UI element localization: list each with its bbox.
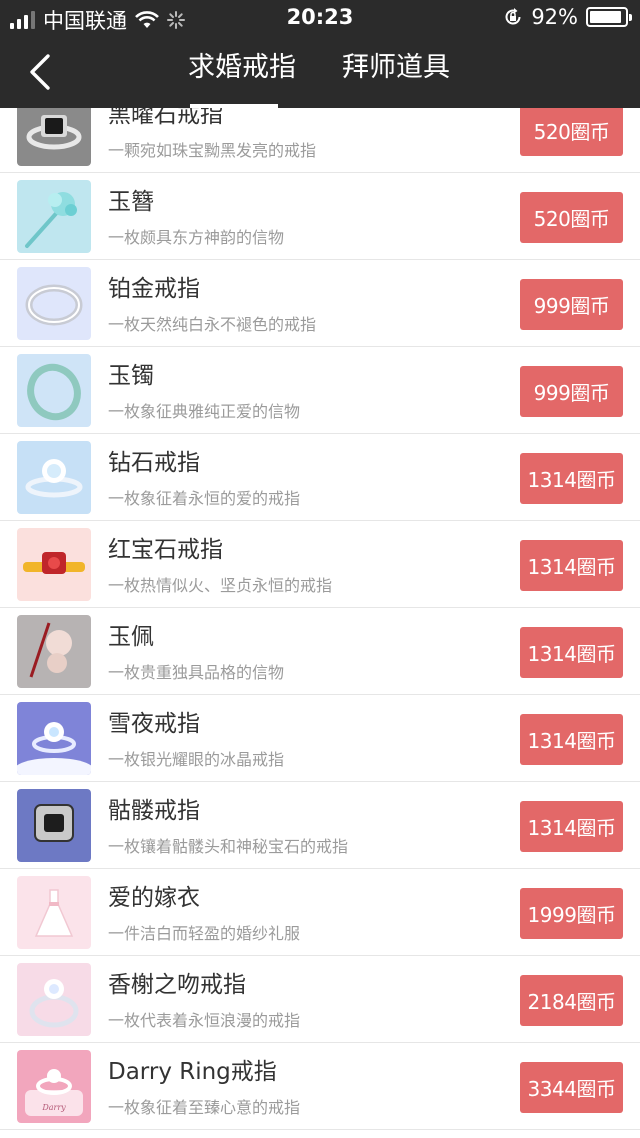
item-description: 一枚象征着永恒的爱的戒指 — [108, 489, 301, 508]
item-name: 红宝石戒指 — [108, 537, 223, 563]
back-button[interactable] — [18, 50, 62, 94]
item-description: 一枚颇具东方神韵的信物 — [108, 228, 285, 247]
list-item[interactable]: 骷髅戒指一枚镶着骷髅头和神秘宝石的戒指 1314圈币 — [0, 782, 640, 869]
list-item[interactable]: Darry Darry Ring戒指一枚象征着至臻心意的戒指 3344圈币 — [0, 1043, 640, 1130]
item-description: 一枚贵重独具品格的信物 — [108, 663, 285, 682]
jade-pendant-icon — [17, 615, 91, 688]
buy-price-button[interactable]: 520圈币 — [520, 192, 623, 243]
battery-icon — [586, 7, 632, 27]
buy-price-button[interactable]: 3344圈币 — [520, 1062, 623, 1113]
tab-proposal-rings[interactable]: 求婚戒指 — [188, 50, 296, 86]
brand-logo-text: Darry — [41, 1103, 66, 1112]
ruby-ring-icon — [17, 528, 91, 601]
tab-bar: 求婚戒指 拜师道具 — [0, 36, 640, 108]
list-item[interactable]: 玉佩一枚贵重独具品格的信物 1314圈币 — [0, 608, 640, 695]
item-description: 一枚天然纯白永不褪色的戒指 — [108, 315, 317, 334]
snow-night-ring-icon — [17, 702, 91, 775]
list-item[interactable]: 玉簪一枚颇具东方神韵的信物 520圈币 — [0, 173, 640, 260]
buy-price-button[interactable]: 1314圈币 — [520, 540, 623, 591]
buy-price-button[interactable]: 2184圈币 — [520, 975, 623, 1026]
jade-bracelet-icon — [17, 354, 91, 427]
item-name: 玉簪 — [108, 189, 154, 215]
rotation-lock-icon — [505, 8, 521, 25]
buy-price-button[interactable]: 520圈币 — [520, 108, 623, 156]
buy-price-button[interactable]: 1314圈币 — [520, 627, 623, 678]
item-name: 玉镯 — [108, 363, 154, 389]
item-description: 一枚热情似火、坚贞永恒的戒指 — [108, 576, 333, 595]
item-name: 骷髅戒指 — [108, 798, 200, 824]
item-name: Darry Ring戒指 — [108, 1059, 277, 1085]
item-name: 香榭之吻戒指 — [108, 972, 246, 998]
wedding-dress-icon — [17, 876, 91, 949]
darry-ring-icon: Darry — [17, 1050, 91, 1123]
list-item[interactable]: 红宝石戒指一枚热情似火、坚贞永恒的戒指 1314圈币 — [0, 521, 640, 608]
skull-ring-icon — [17, 789, 91, 862]
item-name: 黑曜石戒指 — [108, 108, 223, 128]
item-name: 钻石戒指 — [108, 450, 200, 476]
item-name: 雪夜戒指 — [108, 711, 200, 737]
header: 中国联通 20:23 92% 求婚戒指 拜师道具 — [0, 0, 640, 108]
platinum-ring-icon — [17, 267, 91, 340]
list-item[interactable]: 爱的嫁衣一件洁白而轻盈的婚纱礼服 1999圈币 — [0, 869, 640, 956]
list-item[interactable]: 雪夜戒指一枚银光耀眼的冰晶戒指 1314圈币 — [0, 695, 640, 782]
nav-bar: 求婚戒指 拜师道具 — [0, 36, 640, 108]
battery-level — [590, 11, 622, 23]
item-description: 一枚银光耀眼的冰晶戒指 — [108, 750, 285, 769]
status-bar: 中国联通 20:23 92% — [0, 0, 640, 36]
item-name: 铂金戒指 — [108, 276, 200, 302]
buy-price-button[interactable]: 1314圈币 — [520, 453, 623, 504]
buy-price-button[interactable]: 999圈币 — [520, 366, 623, 417]
list-item[interactable]: 黑曜石戒指一颗宛如珠宝黝黑发亮的戒指 520圈币 — [0, 108, 640, 173]
item-name: 爱的嫁衣 — [108, 885, 200, 911]
item-list[interactable]: 黑曜石戒指 一颗宛如珠宝黝黑发亮的戒指 520圈币 玉簪 一枚颇具东方神韵的信物 520圈… — [0, 108, 640, 1138]
obsidian-ring-icon — [17, 108, 91, 166]
buy-price-button[interactable]: 1999圈币 — [520, 888, 623, 939]
battery-percent: 92% — [531, 5, 578, 29]
jade-hairpin-icon — [17, 180, 91, 253]
champs-kiss-ring-icon — [17, 963, 91, 1036]
buy-price-button[interactable]: 999圈币 — [520, 279, 623, 330]
item-description: 一枚代表着永恒浪漫的戒指 — [108, 1011, 301, 1030]
list-item[interactable]: 香榭之吻戒指一枚代表着永恒浪漫的戒指 2184圈币 — [0, 956, 640, 1043]
tab-apprentice-items[interactable]: 拜师道具 — [342, 50, 450, 86]
list-item[interactable]: 钻石戒指一枚象征着永恒的爱的戒指 1314圈币 — [0, 434, 640, 521]
list-item[interactable]: 铂金戒指一枚天然纯白永不褪色的戒指 999圈币 — [0, 260, 640, 347]
item-name: 玉佩 — [108, 624, 154, 650]
diamond-ring-icon — [17, 441, 91, 514]
item-description: 一枚象征着至臻心意的戒指 — [108, 1098, 301, 1117]
chevron-left-icon — [30, 54, 50, 90]
item-description: 一件洁白而轻盈的婚纱礼服 — [108, 924, 301, 943]
list-item[interactable]: 玉镯一枚象征典雅纯正爱的信物 999圈币 — [0, 347, 640, 434]
item-description: 一枚镶着骷髅头和神秘宝石的戒指 — [108, 837, 349, 856]
buy-price-button[interactable]: 1314圈币 — [520, 801, 623, 852]
item-description: 一颗宛如珠宝黝黑发亮的戒指 — [108, 141, 317, 160]
item-description: 一枚象征典雅纯正爱的信物 — [108, 402, 301, 421]
buy-price-button[interactable]: 1314圈币 — [520, 714, 623, 765]
